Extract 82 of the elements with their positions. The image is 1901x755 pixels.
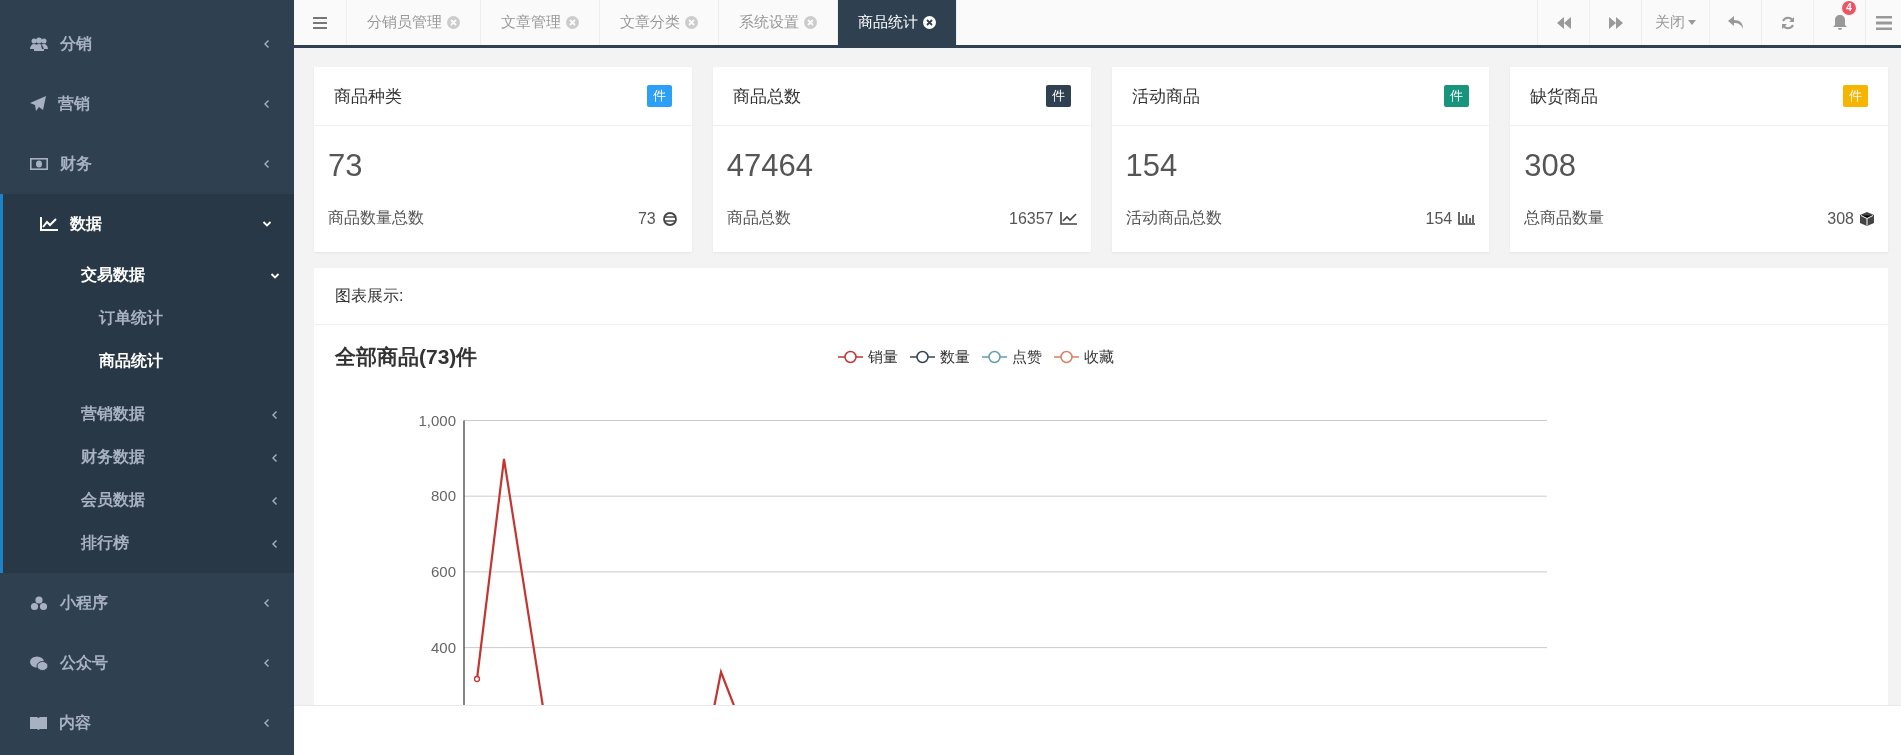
- sidebar-link[interactable]: 订单统计: [3, 297, 294, 340]
- sidebar-subitem[interactable]: 营销数据: [3, 393, 294, 436]
- chevron-left-icon: [270, 495, 280, 506]
- chevron-left-icon: [270, 538, 280, 549]
- list-icon: [1876, 15, 1892, 30]
- bar-chart-icon: [1458, 212, 1476, 225]
- chevron-left-icon: [262, 39, 272, 49]
- stat-caption: 商品总数: [726, 208, 791, 228]
- legend-item[interactable]: 收藏: [1054, 347, 1114, 367]
- y-axis-label: 400: [430, 638, 456, 656]
- card-title: 商品总数: [732, 85, 801, 108]
- legend-item[interactable]: 数量: [910, 347, 970, 367]
- stat-value: 154: [1124, 147, 1179, 184]
- chevron-down-icon: [262, 219, 272, 229]
- cash-icon: [30, 158, 48, 170]
- caret-icon: [1688, 20, 1696, 25]
- y-axis-label: 600: [430, 562, 456, 580]
- y-axis-label: 1,000: [418, 411, 456, 429]
- y-axis-label: 800: [430, 487, 456, 505]
- chat-icon: [30, 655, 48, 671]
- unit-badge: 件: [1444, 85, 1470, 107]
- chevron-left-icon: [262, 598, 272, 608]
- sidebar-subitem[interactable]: 会员数据: [3, 479, 294, 522]
- backward-icon: [1556, 16, 1571, 29]
- sidebar-link[interactable]: 商品统计: [3, 340, 294, 383]
- card-title: 商品种类: [334, 85, 402, 108]
- tab[interactable]: 文章管理: [481, 0, 600, 45]
- card-title: 活动商品: [1131, 85, 1200, 108]
- close-icon[interactable]: [923, 16, 936, 29]
- sidebar-item[interactable]: 数据: [3, 194, 294, 254]
- chevron-left-icon: [270, 409, 280, 420]
- stat-caption: 商品数量总数: [328, 208, 424, 228]
- sidebar-item[interactable]: 分销: [0, 14, 294, 74]
- sidebar-item[interactable]: 内容: [0, 693, 294, 753]
- tab[interactable]: 分销员管理: [347, 0, 481, 45]
- cube-icon: [1860, 211, 1874, 226]
- users-icon: [30, 37, 48, 51]
- stat-value: 308: [1523, 147, 1577, 184]
- refresh-icon: [1780, 15, 1795, 30]
- line-chart-icon: [40, 217, 58, 231]
- unit-badge: 件: [646, 85, 672, 107]
- card-title: 缺货商品: [1530, 85, 1599, 108]
- stat-value: 73: [327, 147, 364, 184]
- chart-title: 全部商品(73)件: [335, 344, 479, 370]
- stat-total: 16357: [1009, 209, 1054, 228]
- notifications-button[interactable]: 4: [1813, 0, 1865, 45]
- legend-item[interactable]: 点赞: [982, 347, 1042, 367]
- cubes-icon: [30, 595, 48, 611]
- legend-item[interactable]: 销量: [838, 347, 898, 367]
- chevron-left-icon: [270, 452, 280, 463]
- sidebar-subitem[interactable]: 交易数据: [3, 254, 294, 297]
- unit-badge: 件: [1045, 85, 1071, 107]
- sidebar-subitem[interactable]: 排行榜: [3, 522, 294, 565]
- sidebar-item[interactable]: 公众号: [0, 633, 294, 693]
- menu-icon: [313, 16, 327, 29]
- tab[interactable]: 商品统计: [838, 0, 957, 45]
- chevron-left-icon: [262, 718, 272, 728]
- stat-value: 47464: [725, 147, 814, 184]
- undo-icon: [1727, 15, 1744, 30]
- tab[interactable]: 文章分类: [600, 0, 719, 45]
- sidebar-item[interactable]: 营销: [0, 74, 294, 134]
- chevron-left-icon: [262, 99, 272, 109]
- sidebar-subitem[interactable]: 财务数据: [3, 436, 294, 479]
- chevron-left-icon: [262, 159, 272, 169]
- stat-total: 73: [637, 209, 656, 228]
- coins-icon: [661, 211, 678, 226]
- stat-total: 308: [1827, 209, 1854, 228]
- notification-badge: 4: [1842, 1, 1856, 15]
- line-chart-icon: [1059, 212, 1077, 225]
- panel-title: 图表展示:: [335, 285, 404, 306]
- sidebar-item[interactable]: 财务: [0, 134, 294, 194]
- book-icon: [30, 716, 47, 730]
- chevron-left-icon: [262, 658, 272, 668]
- stat-caption: 活动商品总数: [1125, 208, 1222, 228]
- sidebar-item[interactable]: 小程序: [0, 573, 294, 633]
- stat-caption: 总商品数量: [1524, 208, 1605, 228]
- paper-plane-icon: [30, 96, 46, 112]
- bell-icon: [1832, 15, 1847, 30]
- forward-icon: [1608, 16, 1623, 29]
- unit-badge: 件: [1843, 85, 1868, 107]
- stat-total: 154: [1425, 209, 1453, 228]
- close-menu-button[interactable]: 关闭: [1641, 0, 1709, 45]
